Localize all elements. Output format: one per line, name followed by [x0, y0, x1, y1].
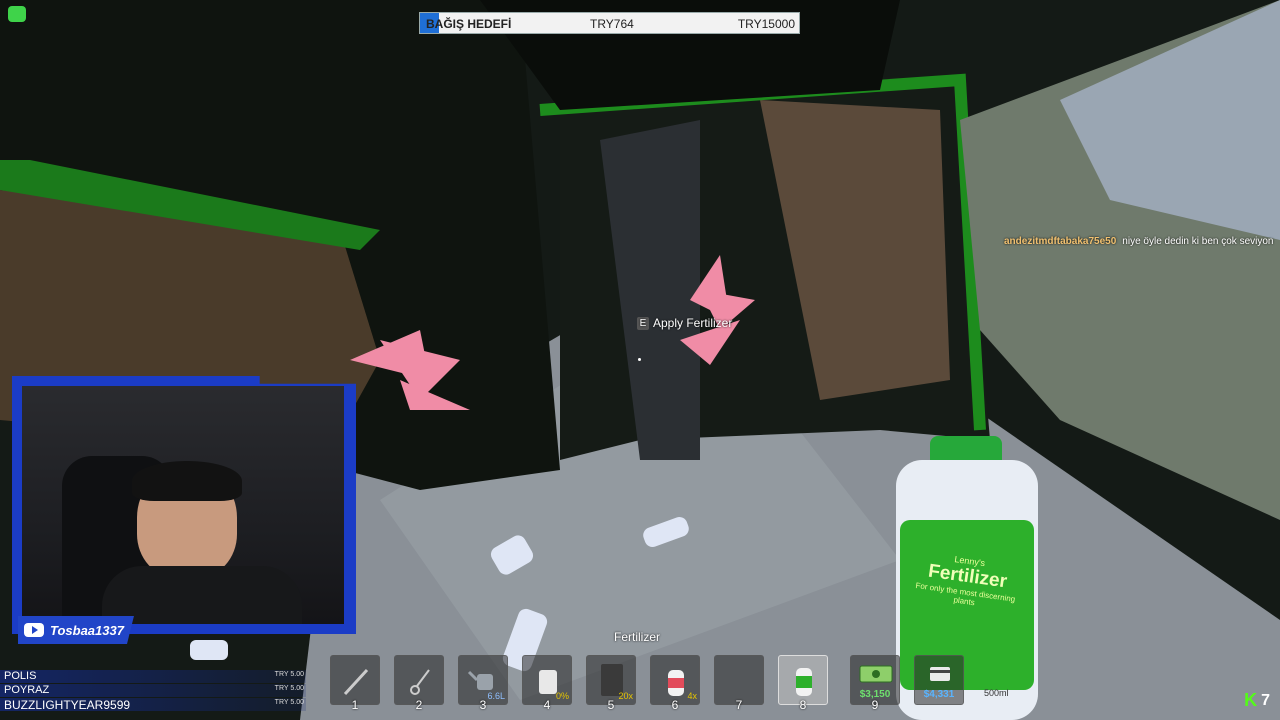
card-icon — [930, 667, 950, 681]
hotbar-slot-3[interactable]: 6.6L 3 — [458, 655, 508, 712]
donation-current: TRY764 — [590, 17, 634, 31]
kick-viewers: K 7 — [1244, 690, 1270, 711]
streamer-hair — [132, 461, 242, 501]
card-balance: $4,331 — [923, 689, 955, 700]
bottle-volume: 500ml — [984, 688, 1009, 698]
chat-text: niye öyle dedin ki ben çok seviyon — [1122, 236, 1274, 247]
channel-badge: Tosbaa1337 — [18, 616, 134, 644]
key-hint: E — [637, 316, 649, 330]
hotbar-slot-1[interactable]: 1 — [330, 655, 380, 712]
prompt-label: Apply Fertilizer — [653, 316, 733, 330]
streamer-shirt — [102, 566, 302, 624]
donor-list: POLIS TRY 5.00 POYRAZ TRY 5.00 BUZZLIGHTYE… — [0, 670, 306, 712]
watering-can-icon — [467, 670, 493, 690]
trimmer-icon — [343, 668, 369, 696]
hotbar-slot-7[interactable]: 7 — [714, 655, 764, 712]
hotbar-slot-6[interactable]: 4x 6 — [650, 655, 700, 712]
crosshair — [638, 358, 641, 361]
hotbar-slot-4[interactable]: 0% 4 — [522, 655, 572, 712]
hotbar-slot-8[interactable]: 8 — [778, 655, 828, 712]
youtube-icon — [24, 623, 44, 637]
donation-label: BAĞIŞ HEDEFİ — [426, 17, 512, 31]
chat-message: andezitmdftabaka75e50 niye öyle dedin ki … — [1004, 236, 1273, 247]
donor-row: BUZZLIGHTYEAR9599 TRY 5.00 — [0, 698, 306, 712]
hotbar-slot-2[interactable]: 2 — [394, 655, 444, 712]
webcam-feed — [22, 386, 344, 624]
message-icon — [8, 6, 26, 22]
hotbar-selected-label: Fertilizer — [614, 630, 661, 644]
donor-row: POLIS TRY 5.00 — [0, 670, 306, 683]
scissors-icon — [410, 669, 430, 695]
donation-goal: TRY15000 — [737, 17, 795, 31]
interaction-prompt: E Apply Fertilizer — [637, 316, 732, 330]
fertilizer-bottle-icon — [796, 668, 812, 696]
spray-bottle-icon — [668, 670, 684, 696]
hotbar-slot-9[interactable]: $3,150 9 — [850, 655, 900, 712]
hotbar-slot-card[interactable]: $4,331 — [914, 655, 964, 705]
chat-user: andezitmdftabaka75e50 — [1004, 236, 1117, 247]
hotbar-slot-5[interactable]: 20x 5 — [586, 655, 636, 712]
cash-icon — [859, 665, 893, 683]
donation-goal-bar: BAĞIŞ HEDEFİ TRY764 TRY15000 — [419, 12, 800, 34]
viewer-count: 7 — [1261, 691, 1270, 709]
kick-logo-icon: K — [1244, 690, 1258, 710]
donor-row: POYRAZ TRY 5.00 — [0, 684, 306, 697]
channel-name: Tosbaa1337 — [50, 622, 124, 638]
